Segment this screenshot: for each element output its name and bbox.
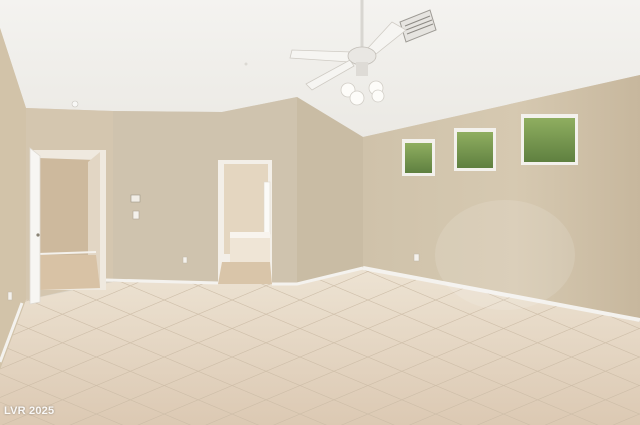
door-knob [36, 233, 40, 237]
room-scene [0, 0, 640, 425]
outlet-right [413, 253, 420, 262]
outlet-left [7, 291, 13, 301]
watermark-text: LVR 2025 [4, 405, 55, 417]
bath-floor [218, 262, 272, 284]
window-2 [454, 128, 496, 171]
smoke-detector [71, 100, 79, 108]
hallway-floor [38, 255, 100, 290]
left-door [29, 147, 41, 305]
thermostat-icon [130, 194, 141, 203]
hallway-wall [38, 158, 96, 262]
outlet-back [182, 256, 188, 264]
bath-window [263, 181, 271, 235]
window-3 [521, 114, 578, 165]
light-switch-icon [132, 210, 140, 220]
window-1 [402, 139, 435, 176]
